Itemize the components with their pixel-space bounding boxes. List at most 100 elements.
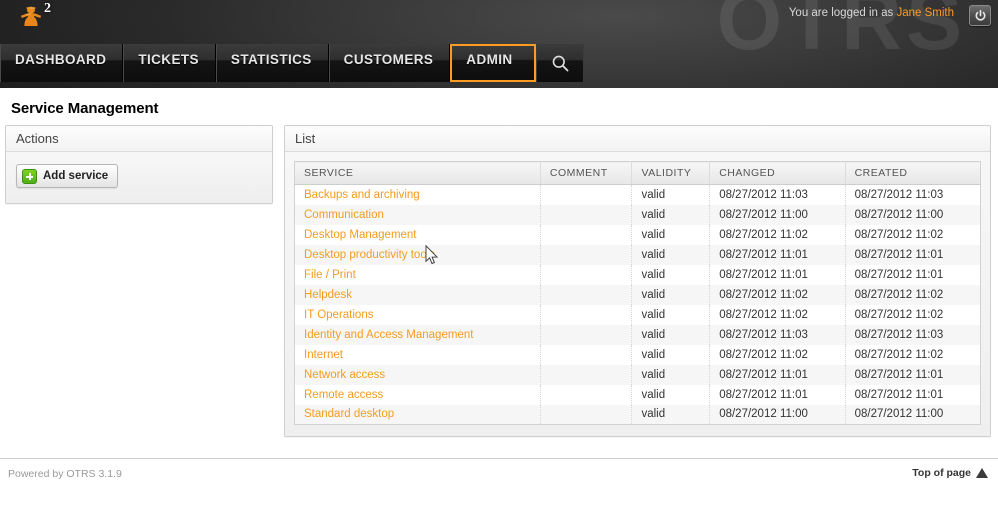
cell-service: Standard desktop xyxy=(295,405,541,425)
nav-item-admin[interactable]: ADMIN xyxy=(450,44,536,82)
cell-comment xyxy=(540,325,632,345)
list-widget: List SERVICE COMMENT VALIDITY CHANGED CR… xyxy=(284,125,991,437)
service-link[interactable]: Remote access xyxy=(304,389,383,401)
cell-created: 08/27/2012 11:02 xyxy=(845,345,980,365)
cell-validity: valid xyxy=(632,185,710,205)
service-link[interactable]: File / Print xyxy=(304,269,356,281)
logged-in-username[interactable]: Jane Smith xyxy=(896,7,954,19)
cell-validity: valid xyxy=(632,225,710,245)
cell-comment xyxy=(540,185,632,205)
table-row[interactable]: Remote accessvalid08/27/2012 11:0108/27/… xyxy=(295,385,981,405)
table-row[interactable]: Network accessvalid08/27/2012 11:0108/27… xyxy=(295,365,981,385)
nav-item-dashboard[interactable]: DASHBOARD xyxy=(0,44,123,82)
service-link[interactable]: IT Operations xyxy=(304,309,373,321)
cell-created: 08/27/2012 11:03 xyxy=(845,185,980,205)
table-row[interactable]: Desktop Managementvalid08/27/2012 11:020… xyxy=(295,225,981,245)
nav-item-search[interactable] xyxy=(536,44,584,82)
top-of-page-link[interactable]: Top of page xyxy=(912,467,988,479)
table-row[interactable]: Standard desktopvalid08/27/2012 11:0008/… xyxy=(295,405,981,425)
service-link[interactable]: Communication xyxy=(304,209,384,221)
cell-changed: 08/27/2012 11:02 xyxy=(710,285,845,305)
cell-service: Desktop productivity tools xyxy=(295,245,541,265)
nav-label: DASHBOARD xyxy=(15,44,106,67)
service-link[interactable]: Network access xyxy=(304,369,385,381)
cell-comment xyxy=(540,205,632,225)
list-widget-header: List xyxy=(285,126,990,152)
service-link[interactable]: Desktop Management xyxy=(304,229,417,241)
main-navigation: DASHBOARD TICKETS STATISTICS CUSTOMERS A… xyxy=(0,44,584,82)
cell-validity: valid xyxy=(632,245,710,265)
cell-created: 08/27/2012 11:03 xyxy=(845,325,980,345)
nav-item-customers[interactable]: CUSTOMERS xyxy=(329,44,451,82)
login-status-prefix: You are logged in as xyxy=(789,7,893,19)
table-row[interactable]: File / Printvalid08/27/2012 11:0108/27/2… xyxy=(295,265,981,285)
table-row[interactable]: Internetvalid08/27/2012 11:0208/27/2012 … xyxy=(295,345,981,365)
service-link[interactable]: Identity and Access Management xyxy=(304,329,473,341)
cell-service: Desktop Management xyxy=(295,225,541,245)
cell-validity: valid xyxy=(632,325,710,345)
plus-icon xyxy=(22,169,37,184)
cell-service: Internet xyxy=(295,345,541,365)
cell-created: 08/27/2012 11:02 xyxy=(845,285,980,305)
cell-validity: valid xyxy=(632,385,710,405)
table-row[interactable]: IT Operationsvalid08/27/2012 11:0208/27/… xyxy=(295,305,981,325)
service-table-body: Backups and archivingvalid08/27/2012 11:… xyxy=(295,185,981,425)
cell-validity: valid xyxy=(632,265,710,285)
cell-validity: valid xyxy=(632,405,710,425)
add-service-label: Add service xyxy=(43,170,108,182)
add-service-button[interactable]: Add service xyxy=(16,164,118,188)
service-link[interactable]: Backups and archiving xyxy=(304,189,420,201)
otrs-agent-figure-icon xyxy=(20,5,42,29)
cell-comment xyxy=(540,305,632,325)
table-row[interactable]: Helpdeskvalid08/27/2012 11:0208/27/2012 … xyxy=(295,285,981,305)
service-table: SERVICE COMMENT VALIDITY CHANGED CREATED… xyxy=(294,161,981,425)
otrs-logo[interactable]: 2 xyxy=(14,3,74,39)
service-link[interactable]: Desktop productivity tools xyxy=(304,249,435,261)
service-link[interactable]: Helpdesk xyxy=(304,289,352,301)
cell-comment xyxy=(540,345,632,365)
cell-created: 08/27/2012 11:00 xyxy=(845,405,980,425)
table-row[interactable]: Communicationvalid08/27/2012 11:0008/27/… xyxy=(295,205,981,225)
page-footer: Powered by OTRS 3.1.9 Top of page xyxy=(0,458,998,530)
actions-widget: Actions Add service xyxy=(5,125,273,204)
actions-widget-header: Actions xyxy=(6,126,272,152)
cell-created: 08/27/2012 11:02 xyxy=(845,225,980,245)
cell-validity: valid xyxy=(632,305,710,325)
triangle-up-icon xyxy=(976,468,988,478)
table-row[interactable]: Identity and Access Management valid 08/27… xyxy=(295,325,981,345)
cell-service: Communication xyxy=(295,205,541,225)
nav-item-statistics[interactable]: STATISTICS xyxy=(216,44,329,82)
cell-comment xyxy=(540,285,632,305)
cell-changed: 08/27/2012 11:01 xyxy=(710,365,845,385)
cell-service: IT Operations xyxy=(295,305,541,325)
service-link[interactable]: Standard desktop xyxy=(304,408,394,420)
notification-badge: 2 xyxy=(44,1,51,17)
column-header-validity[interactable]: VALIDITY xyxy=(632,162,710,185)
nav-label: STATISTICS xyxy=(231,44,312,67)
service-link[interactable]: Internet xyxy=(304,349,343,361)
page-content: Service Management Actions Add service L… xyxy=(0,88,998,458)
logout-button[interactable] xyxy=(969,5,991,26)
cell-changed: 08/27/2012 11:02 xyxy=(710,305,845,325)
app-header: OTRS 2 You are logged in as Jane Smith D… xyxy=(0,0,998,88)
nav-label: TICKETS xyxy=(138,44,199,67)
column-header-comment[interactable]: COMMENT xyxy=(540,162,632,185)
table-header-row: SERVICE COMMENT VALIDITY CHANGED CREATED xyxy=(295,162,981,185)
column-header-created[interactable]: CREATED xyxy=(845,162,980,185)
nav-label: ADMIN xyxy=(466,46,512,67)
power-icon xyxy=(974,9,987,22)
column-header-service[interactable]: SERVICE xyxy=(295,162,541,185)
actions-widget-body: Add service xyxy=(6,152,272,203)
column-header-changed[interactable]: CHANGED xyxy=(710,162,845,185)
table-row[interactable]: Backups and archiving valid 08/27/2012 11:… xyxy=(295,185,981,205)
cell-comment xyxy=(540,405,632,425)
cell-validity: valid xyxy=(632,205,710,225)
cell-service: Remote access xyxy=(295,385,541,405)
top-of-page-label: Top of page xyxy=(912,467,971,479)
cell-created: 08/27/2012 11:00 xyxy=(845,205,980,225)
cell-service: File / Print xyxy=(295,265,541,285)
cell-changed: 08/27/2012 11:01 xyxy=(710,245,845,265)
cell-changed: 08/27/2012 11:01 xyxy=(710,265,845,285)
nav-item-tickets[interactable]: TICKETS xyxy=(123,44,216,82)
table-row[interactable]: Desktop productivity tools valid08/27/201… xyxy=(295,245,981,265)
